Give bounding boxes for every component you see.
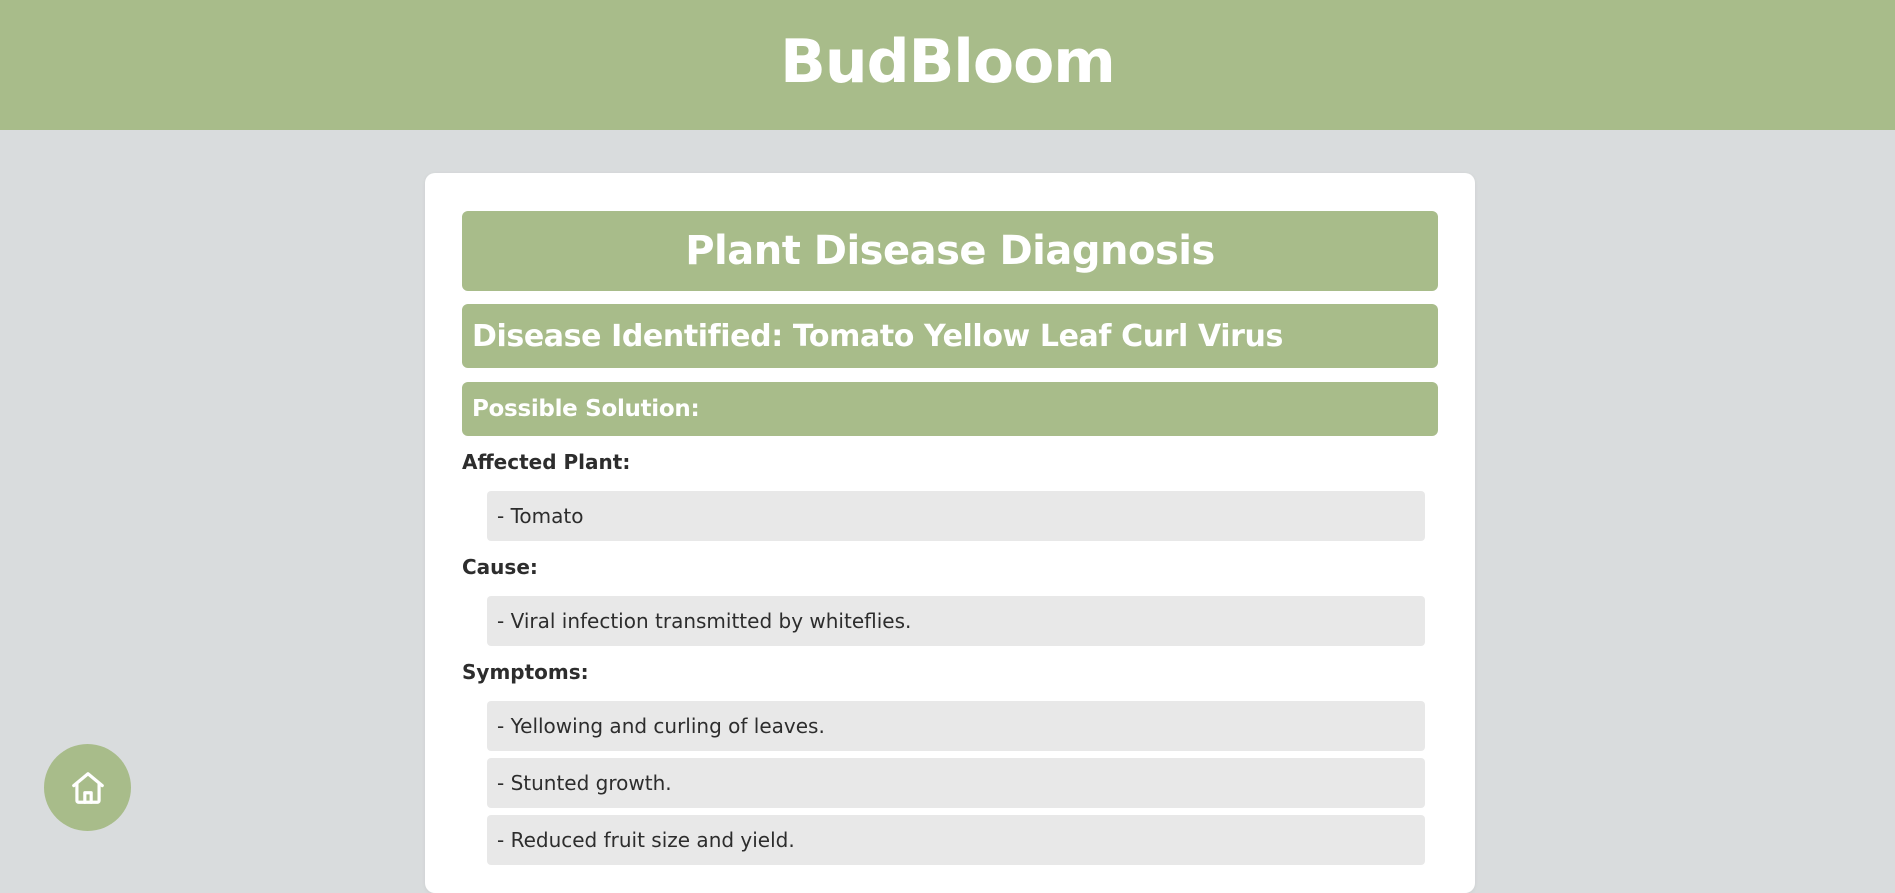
diagnosis-card: Plant Disease Diagnosis Disease Identifi… <box>425 173 1475 893</box>
home-button[interactable] <box>44 744 131 831</box>
cause-label: Cause: <box>462 555 538 579</box>
cause-item: - Viral infection transmitted by whitefl… <box>487 596 1425 646</box>
affected-plant-label: Affected Plant: <box>462 450 631 474</box>
disease-identified-heading: Disease Identified: Tomato Yellow Leaf C… <box>462 304 1438 368</box>
possible-solution-heading: Possible Solution: <box>462 382 1438 436</box>
symptoms-label: Symptoms: <box>462 660 589 684</box>
page-title: Plant Disease Diagnosis <box>462 211 1438 291</box>
brand-title: BudBloom <box>780 27 1116 97</box>
symptom-item: - Yellowing and curling of leaves. <box>487 701 1425 751</box>
symptom-item: - Reduced fruit size and yield. <box>487 815 1425 865</box>
top-bar: BudBloom <box>0 0 1895 130</box>
symptom-item: - Stunted growth. <box>487 758 1425 808</box>
home-icon <box>71 771 104 804</box>
affected-plant-item: - Tomato <box>487 491 1425 541</box>
